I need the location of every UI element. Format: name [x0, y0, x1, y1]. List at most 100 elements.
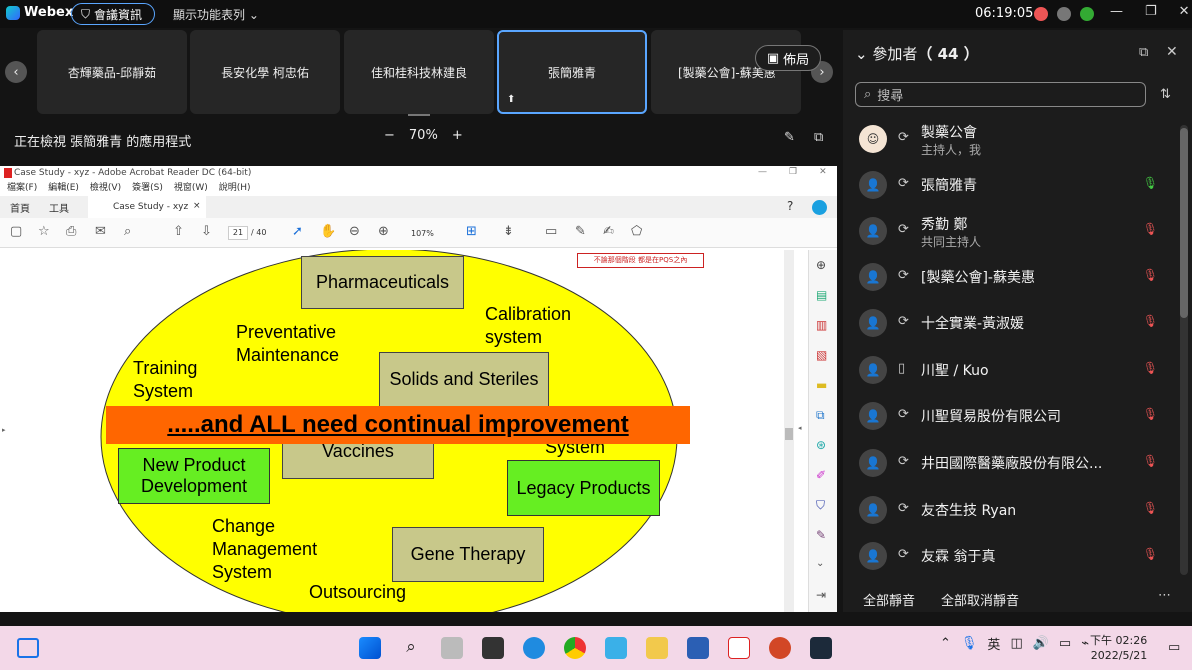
- organize-icon[interactable]: ▥: [816, 318, 827, 332]
- recording-icon[interactable]: [1034, 7, 1048, 21]
- search-icon[interactable]: ⌕: [124, 224, 131, 239]
- sort-icon[interactable]: ⇅: [1160, 87, 1171, 102]
- zoom-in-button[interactable]: +: [452, 128, 463, 143]
- powerpoint-icon[interactable]: [769, 637, 791, 659]
- participant-row[interactable]: 👤 ⟳ 井田國際醫藥廠股份有限公... 🎙: [843, 440, 1178, 486]
- comment-icon[interactable]: ▬: [816, 378, 827, 392]
- more-options-icon[interactable]: ⋯: [1158, 588, 1171, 603]
- participant-row[interactable]: 👤 ⟳ 十全實業-黃淑媛 🎙: [843, 300, 1178, 346]
- bookmark-icon[interactable]: ☆: [38, 224, 50, 239]
- create-pdf-icon[interactable]: ▧: [816, 348, 827, 362]
- page-up-icon[interactable]: ⇧: [173, 224, 184, 239]
- mic-muted-icon[interactable]: 🎙: [1143, 547, 1158, 561]
- close-icon[interactable]: ×: [193, 201, 201, 211]
- restore-icon[interactable]: ❐: [789, 167, 797, 177]
- help-icon[interactable]: ?: [787, 199, 793, 213]
- zoom-in-icon[interactable]: ⊕: [378, 224, 389, 239]
- fit-page-icon[interactable]: ⊞: [466, 224, 477, 239]
- mic-on-icon[interactable]: 🎙: [1143, 176, 1158, 190]
- search-icon[interactable]: ⌕: [400, 637, 422, 659]
- restore-icon[interactable]: ❐: [1145, 4, 1157, 19]
- close-icon[interactable]: ✕: [819, 167, 827, 177]
- menu-file[interactable]: 檔案(F): [7, 181, 37, 195]
- more-tools-icon[interactable]: ⌄: [816, 558, 824, 569]
- draw-icon[interactable]: ✍: [603, 224, 614, 239]
- fill-sign-icon[interactable]: ✐: [816, 468, 826, 482]
- video-tile-active[interactable]: 張簡雅青 ⬆: [497, 30, 647, 114]
- participant-row[interactable]: 👤 ⟳ 張簡雅青 🎙: [843, 162, 1178, 208]
- widgets-app-icon[interactable]: [482, 637, 504, 659]
- mic-muted-icon[interactable]: 🎙: [1143, 407, 1158, 421]
- scroll-mode-icon[interactable]: ⇟: [503, 224, 514, 239]
- page-down-icon[interactable]: ⇩: [201, 224, 212, 239]
- print-icon[interactable]: ⎙: [66, 224, 76, 239]
- drag-handle[interactable]: [408, 114, 430, 116]
- mic-muted-icon[interactable]: 🎙: [1143, 361, 1158, 375]
- export-pdf-icon[interactable]: ▤: [816, 288, 827, 302]
- webex-taskbar-icon[interactable]: [810, 637, 832, 659]
- participant-search[interactable]: ⌕ 搜尋: [855, 82, 1146, 107]
- widgets-icon[interactable]: [17, 638, 39, 658]
- ime-indicator[interactable]: 英: [987, 634, 1000, 653]
- protect-icon[interactable]: ⛉: [816, 498, 825, 513]
- meeting-info-button[interactable]: ⛉ 會議資訊: [71, 3, 155, 25]
- microphone-icon[interactable]: 🎙: [961, 636, 978, 651]
- stamp-icon[interactable]: ⬠: [631, 224, 642, 239]
- mute-all-button[interactable]: 全部靜音: [863, 590, 915, 609]
- mail-icon[interactable]: ✉: [95, 224, 106, 239]
- word-icon[interactable]: [687, 637, 709, 659]
- participant-row[interactable]: 👤 ⟳ 秀勤 鄭共同主持人 🎙: [843, 208, 1178, 254]
- page-number-input[interactable]: 21: [228, 226, 248, 240]
- participant-row[interactable]: ☺ ⟳ 製藥公會 主持人，我: [843, 116, 1178, 162]
- edge-icon[interactable]: [523, 637, 545, 659]
- highlight-icon[interactable]: ✎: [575, 224, 586, 239]
- mic-muted-icon[interactable]: 🎙: [1143, 222, 1158, 236]
- close-icon[interactable]: ✕: [1166, 44, 1178, 60]
- combine-icon[interactable]: ⧉: [816, 408, 825, 423]
- participant-row[interactable]: 👤 ⟳ [製藥公會]-蘇美惠 🎙: [843, 254, 1178, 300]
- file-explorer-icon[interactable]: [646, 637, 668, 659]
- collapse-pane-icon[interactable]: ⇥: [816, 588, 826, 602]
- save-icon[interactable]: ▢: [10, 224, 22, 239]
- mic-muted-icon[interactable]: 🎙: [1143, 454, 1158, 468]
- acrobat-icon[interactable]: [728, 637, 750, 659]
- participant-row[interactable]: 👤 ⟳ 友霖 翁于真 🎙: [843, 533, 1178, 579]
- video-tile[interactable]: [製藥公會]-蘇美惠: [651, 30, 801, 114]
- minimize-icon[interactable]: —: [1110, 4, 1123, 19]
- task-view-icon[interactable]: [441, 637, 463, 659]
- hand-icon[interactable]: ✋: [320, 224, 336, 239]
- zoom-out-button[interactable]: −: [384, 128, 395, 143]
- minimize-icon[interactable]: —: [758, 167, 767, 177]
- popout-icon[interactable]: ⧉: [1139, 45, 1148, 60]
- video-tile[interactable]: 長安化學 柯忠佑: [190, 30, 340, 114]
- network-icon[interactable]: [1057, 7, 1071, 21]
- strip-prev-button[interactable]: ‹: [5, 61, 27, 83]
- taskbar-clock[interactable]: 下午 02:26 2022/5/21: [1090, 633, 1147, 663]
- scan-icon[interactable]: ⊛: [816, 438, 826, 452]
- notepad-icon[interactable]: [605, 637, 627, 659]
- mic-muted-icon[interactable]: 🎙: [1143, 268, 1158, 282]
- show-menu-bar-button[interactable]: 顯示功能表列 ⌄: [173, 6, 259, 23]
- left-pane-toggle[interactable]: ▸: [2, 426, 6, 434]
- right-pane-toggle[interactable]: ◂: [798, 424, 802, 432]
- comment-icon[interactable]: ▭: [545, 224, 557, 239]
- account-icon[interactable]: [812, 200, 827, 215]
- annotate-icon[interactable]: ✎: [784, 130, 795, 145]
- pdf-scrollbar-thumb[interactable]: [785, 428, 793, 440]
- tab-tools[interactable]: 工具: [49, 200, 69, 215]
- menu-view[interactable]: 檢視(V): [90, 181, 121, 195]
- tab-home[interactable]: 首頁: [10, 200, 30, 215]
- chevron-down-icon[interactable]: ⌄: [855, 45, 868, 63]
- menu-help[interactable]: 說明(H): [219, 181, 251, 195]
- chrome-icon[interactable]: [564, 637, 586, 659]
- chevron-up-icon[interactable]: ⌃: [940, 636, 951, 651]
- participant-row[interactable]: 👤 ⟳ 友杏生技 Ryan 🎙: [843, 487, 1178, 533]
- popout-icon[interactable]: ⧉: [814, 130, 823, 145]
- close-icon[interactable]: ✕: [1179, 4, 1190, 19]
- ime-mode-icon[interactable]: ◫: [1010, 636, 1022, 651]
- menu-edit[interactable]: 編輯(E): [48, 181, 79, 195]
- layout-button[interactable]: ▣ 佈局: [755, 45, 821, 71]
- participant-row[interactable]: 👤 ⟳ 川聖貿易股份有限公司 🎙: [843, 393, 1178, 439]
- video-tile[interactable]: 佳和桂科技林建良: [344, 30, 494, 114]
- menu-window[interactable]: 視窗(W): [174, 181, 208, 195]
